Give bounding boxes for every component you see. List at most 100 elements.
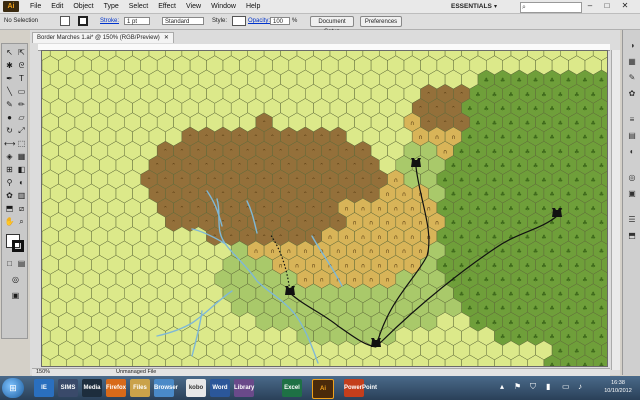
tray-security-icon[interactable]: ⚑ [514, 382, 521, 392]
tray-battery-icon[interactable]: ▭ [562, 382, 570, 392]
stroke-color-icon[interactable] [12, 240, 24, 252]
tray-network-icon[interactable]: ▮ [546, 382, 550, 392]
eraser-tool-icon[interactable]: ▱ [16, 112, 27, 123]
hex-mountains-symbol: ⌃ [212, 148, 217, 155]
document-setup-button[interactable]: Document Setup [310, 16, 354, 35]
opacity-field[interactable]: 100 [270, 17, 290, 25]
stroke-panel-icon[interactable]: ≡ [626, 114, 638, 126]
fill-swatch[interactable] [60, 16, 70, 26]
graphic-style-swatch[interactable] [232, 16, 246, 26]
stroke-weight-field[interactable]: 1 pt [124, 17, 150, 25]
menu-effect[interactable]: Effect [153, 0, 181, 13]
graphic-styles-panel-icon[interactable]: ▣ [626, 188, 638, 200]
taskbar-app-illustrator[interactable]: Ai [312, 379, 334, 399]
variable-width-profile-select[interactable]: Standard [162, 17, 204, 25]
taskbar-app-media[interactable]: Media [82, 379, 102, 397]
stroke-swatch[interactable] [78, 16, 88, 26]
artboard-tool-icon[interactable]: ⬒ [4, 203, 15, 214]
opacity-label-link[interactable]: Opacity: [248, 18, 270, 25]
tray-shield-icon[interactable]: ⛉ [530, 382, 536, 392]
minimize-button[interactable]: – [583, 1, 597, 11]
taskbar-app-firefox[interactable]: Firefox [106, 379, 126, 397]
stroke-label-link[interactable]: Stroke: [100, 18, 119, 25]
transparency-panel-icon[interactable]: ◐ [626, 146, 638, 158]
zoom-tool-icon[interactable]: ⌕ [16, 216, 27, 227]
magic-wand-tool-icon[interactable]: ✱ [4, 60, 15, 71]
preferences-button[interactable]: Preferences [360, 16, 402, 27]
width-tool-icon[interactable]: ⟷ [4, 138, 15, 149]
close-button[interactable]: ✕ [618, 1, 632, 11]
brushes-panel-icon[interactable]: ✎ [626, 72, 638, 84]
color-panel-icon[interactable]: ◑ [626, 40, 638, 52]
pen-tool-icon[interactable]: ✒ [4, 73, 15, 84]
symbol-sprayer-tool-icon[interactable]: ✿ [4, 190, 15, 201]
gradient-tool-icon[interactable]: ◧ [16, 164, 27, 175]
menu-select[interactable]: Select [124, 0, 153, 13]
chevron-down-icon[interactable]: ▾ [494, 3, 497, 10]
hex-forest-symbol: ♣ [533, 77, 538, 84]
tray-arrow-icon[interactable]: ▴ [500, 382, 504, 392]
menu-view[interactable]: View [181, 0, 206, 13]
scale-tool-icon[interactable]: ⤢ [16, 125, 27, 136]
layers-panel-icon[interactable]: ☰ [626, 214, 638, 226]
taskbar-app-powerpoint[interactable]: PowerPoint [344, 379, 377, 397]
hex-forest-symbol: ♣ [475, 148, 480, 155]
perspective-grid-tool-icon[interactable]: ▦ [16, 151, 27, 162]
free-transform-tool-icon[interactable]: ⬚ [16, 138, 27, 149]
screen-mode-icon[interactable]: ▣ [10, 290, 21, 301]
workspace-switcher[interactable]: ESSENTIALS [451, 2, 492, 11]
menu-window[interactable]: Window [206, 0, 241, 13]
draw-mode-icon[interactable]: ◎ [10, 274, 21, 285]
menu-object[interactable]: Object [68, 0, 98, 13]
artboards-panel-icon[interactable]: ⬒ [626, 230, 638, 242]
direct-selection-tool-icon[interactable]: ⇱ [16, 47, 27, 58]
swatches-panel-icon[interactable]: ▦ [626, 56, 638, 68]
type-tool-icon[interactable]: T [16, 73, 27, 84]
rectangle-tool-icon[interactable]: ▭ [16, 86, 27, 97]
color-mode-icon[interactable]: □ [4, 258, 15, 269]
zoom-level[interactable]: 150% [36, 369, 50, 376]
menu-edit[interactable]: Edit [46, 0, 68, 13]
slice-tool-icon[interactable]: ⧄ [16, 203, 27, 214]
pencil-tool-icon[interactable]: ✏ [16, 99, 27, 110]
hand-tool-icon[interactable]: ✋ [4, 216, 15, 227]
taskbar-app-ie[interactable]: IE [34, 379, 54, 397]
blend-tool-icon[interactable]: ◐ [16, 177, 27, 188]
mesh-tool-icon[interactable]: ⊞ [4, 164, 15, 175]
blob-brush-tool-icon[interactable]: ● [4, 112, 15, 123]
menu-help[interactable]: Help [241, 0, 265, 13]
vertical-scrollbar[interactable] [611, 50, 620, 370]
taskbar-app-kobo[interactable]: kobo [186, 379, 206, 397]
taskbar-app-browser[interactable]: Browser [154, 379, 178, 397]
hex-forest-symbol: ♣ [508, 91, 513, 98]
map-artboard[interactable]: ♣♣♣♣♣♣♣♣♣⌃⌃⌃♣♣♣♣♣♣♣♣♣⌃⌃⌃♣♣♣♣♣♣♣♣♣♣⌃∩⌃⌃⌃♣… [41, 50, 608, 367]
tray-volume-icon[interactable]: ♪ [578, 382, 582, 392]
appearance-panel-icon[interactable]: ◎ [626, 172, 638, 184]
gradient-mode-icon[interactable]: ▤ [16, 258, 27, 269]
shape-builder-tool-icon[interactable]: ◈ [4, 151, 15, 162]
menu-file[interactable]: File [25, 0, 46, 13]
taskbar-app-library[interactable]: Library [234, 379, 254, 397]
eyedropper-tool-icon[interactable]: ⚲ [4, 177, 15, 188]
lasso-tool-icon[interactable]: ᘓ [16, 60, 27, 71]
symbols-panel-icon[interactable]: ✿ [626, 88, 638, 100]
gradient-panel-icon[interactable]: ▤ [626, 130, 638, 142]
hex-forest-symbol: ♣ [525, 291, 530, 298]
close-tab-icon[interactable]: ✕ [164, 35, 169, 41]
document-tab[interactable]: Border Marches 1.ai* @ 150% (RGB/Preview… [32, 32, 174, 43]
hex-forest-symbol: ♣ [492, 91, 497, 98]
graph-tool-icon[interactable]: ▥ [16, 190, 27, 201]
maximize-button[interactable]: □ [600, 1, 614, 11]
taskbar-app-files[interactable]: Files [130, 379, 150, 397]
taskbar-app-word[interactable]: Word [210, 379, 230, 397]
rotate-tool-icon[interactable]: ↻ [4, 125, 15, 136]
start-button[interactable]: ⊞ [2, 378, 24, 398]
selection-tool-icon[interactable]: ↖ [4, 47, 15, 58]
system-clock[interactable]: 16:38 10/10/2012 [597, 379, 639, 395]
help-search-input[interactable]: ⌕ [520, 2, 582, 13]
taskbar-app-excel[interactable]: Excel [282, 379, 302, 397]
taskbar-app-sims[interactable]: SIMS [58, 379, 78, 397]
line-tool-icon[interactable]: ╲ [4, 86, 15, 97]
menu-type[interactable]: Type [99, 0, 124, 13]
paintbrush-tool-icon[interactable]: ✎ [4, 99, 15, 110]
